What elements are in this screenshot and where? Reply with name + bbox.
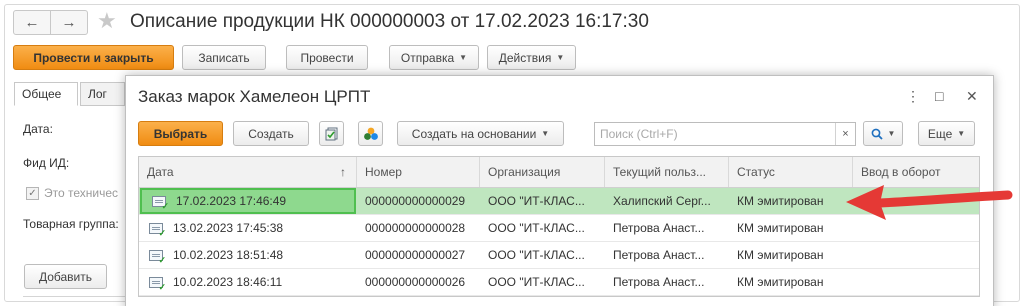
colored-circles-icon [363, 127, 378, 140]
table-cell-circulation[interactable] [853, 242, 979, 268]
technical-checkbox-row[interactable]: ✓ Это техничес [26, 186, 118, 200]
add-button[interactable]: Добавить [24, 264, 107, 289]
table-cell-number[interactable]: 000000000000026 [357, 269, 480, 295]
search-icon [871, 128, 883, 140]
post-and-close-button[interactable]: Провести и закрыть [13, 45, 174, 70]
table-cell-circulation[interactable] [853, 269, 979, 295]
column-header-organization[interactable]: Организация [480, 157, 605, 187]
table-cell-date[interactable]: ✓ 17.02.2023 17:46:49 [140, 188, 356, 214]
cell-text: 13.02.2023 17:45:38 [173, 221, 284, 235]
send-dropdown-button[interactable]: Отправка ▼ [389, 45, 479, 70]
table-cell-organization[interactable]: ООО "ИТ-КЛАС... [480, 188, 605, 214]
table-cell-status[interactable]: КМ эмитирован [729, 242, 853, 268]
table-cell-date[interactable]: ✓ 10.02.2023 18:46:11 [139, 269, 357, 295]
copy-document-button[interactable] [319, 121, 344, 146]
checkbox-icon[interactable]: ✓ [26, 186, 39, 200]
divider [23, 296, 133, 297]
table-cell-number[interactable]: 000000000000029 [357, 188, 480, 214]
table-cell-number[interactable]: 000000000000028 [357, 215, 480, 241]
back-button[interactable]: ← [14, 11, 50, 34]
column-header-label: Дата [147, 165, 174, 179]
cell-text: 10.02.2023 18:46:11 [173, 275, 283, 289]
sort-ascending-icon: ↑ [340, 165, 346, 179]
copy-document-icon [325, 127, 337, 140]
annotation-arrow-icon [846, 185, 1013, 220]
dialog-title: Заказ марок Хамелеон ЦРПТ [138, 87, 371, 106]
column-header-date[interactable]: Дата ↑ [139, 157, 357, 187]
page-title: Описание продукции НК 000000003 от 17.02… [130, 11, 649, 32]
table-cell-organization[interactable]: ООО "ИТ-КЛАС... [480, 215, 605, 241]
posted-document-icon: ✓ [152, 195, 169, 210]
close-icon[interactable]: ✕ [966, 87, 978, 105]
table-cell-date[interactable]: ✓ 10.02.2023 18:51:48 [139, 242, 357, 268]
posted-document-icon: ✓ [149, 222, 166, 237]
table-cell-date[interactable]: ✓ 13.02.2023 17:45:38 [139, 215, 357, 241]
table-row[interactable]: ✓ 10.02.2023 18:51:48 000000000000027 ОО… [139, 242, 979, 269]
more-menu-icon[interactable]: ⋮ [906, 87, 920, 105]
actions-dropdown-button[interactable]: Действия ▼ [487, 45, 576, 70]
navigation-buttons: ← → [13, 10, 88, 35]
posted-document-icon: ✓ [149, 249, 166, 264]
cell-text: 17.02.2023 17:46:49 [176, 194, 287, 208]
send-label: Отправка [400, 50, 455, 65]
column-header-status[interactable]: Статус [729, 157, 853, 187]
maximize-icon[interactable]: □ [935, 87, 943, 105]
favorite-star-icon[interactable]: ★ [97, 8, 117, 34]
table-cell-status[interactable]: КМ эмитирован [729, 215, 853, 241]
table-cell-organization[interactable]: ООО "ИТ-КЛАС... [480, 269, 605, 295]
fid-label: Фид ИД: [23, 156, 70, 170]
select-button[interactable]: Выбрать [138, 121, 223, 146]
chevron-down-icon: ▼ [556, 53, 565, 62]
chevron-down-icon: ▼ [541, 129, 550, 138]
create-button[interactable]: Создать [233, 121, 309, 146]
search-button[interactable]: ▼ [863, 121, 903, 146]
tab-log[interactable]: Лог [80, 82, 125, 106]
table-cell-status[interactable]: КМ эмитирован [729, 269, 853, 295]
table-cell-user[interactable]: Петрова Анаст... [605, 242, 729, 268]
chevron-down-icon: ▼ [459, 53, 468, 62]
table-cell-number[interactable]: 000000000000027 [357, 242, 480, 268]
post-button[interactable]: Провести [286, 45, 368, 70]
table-cell-status[interactable]: КМ эмитирован [729, 188, 853, 214]
product-group-label: Товарная группа: [23, 217, 119, 231]
technical-checkbox-label: Это техничес [44, 186, 119, 200]
more-dropdown-button[interactable]: Еще ▼ [918, 121, 975, 146]
table-row[interactable]: ✓ 10.02.2023 18:46:11 000000000000026 ОО… [139, 269, 979, 296]
column-header-current-user[interactable]: Текущий польз... [605, 157, 729, 187]
clear-search-icon[interactable]: × [835, 123, 855, 145]
chevron-down-icon: ▼ [957, 129, 966, 138]
chevron-down-icon: ▼ [887, 129, 896, 138]
create-based-on-label: Создать на основании [411, 126, 537, 141]
cell-text: 10.02.2023 18:51:48 [173, 248, 284, 262]
structure-button[interactable] [358, 121, 383, 146]
more-label: Еще [927, 126, 953, 141]
actions-label: Действия [498, 50, 552, 65]
posted-document-icon: ✓ [149, 276, 166, 291]
date-label: Дата: [23, 122, 53, 136]
table-cell-user[interactable]: Халипский Серг... [605, 188, 729, 214]
column-header-number[interactable]: Номер [357, 157, 480, 187]
table-cell-user[interactable]: Петрова Анаст... [605, 269, 729, 295]
forward-button[interactable]: → [50, 11, 87, 34]
table-cell-user[interactable]: Петрова Анаст... [605, 215, 729, 241]
create-based-on-dropdown[interactable]: Создать на основании ▼ [397, 121, 564, 146]
search-input[interactable] [595, 123, 835, 145]
save-button[interactable]: Записать [182, 45, 266, 70]
search-field[interactable]: × [594, 122, 856, 146]
tab-general[interactable]: Общее [14, 82, 78, 106]
table-cell-organization[interactable]: ООО "ИТ-КЛАС... [480, 242, 605, 268]
